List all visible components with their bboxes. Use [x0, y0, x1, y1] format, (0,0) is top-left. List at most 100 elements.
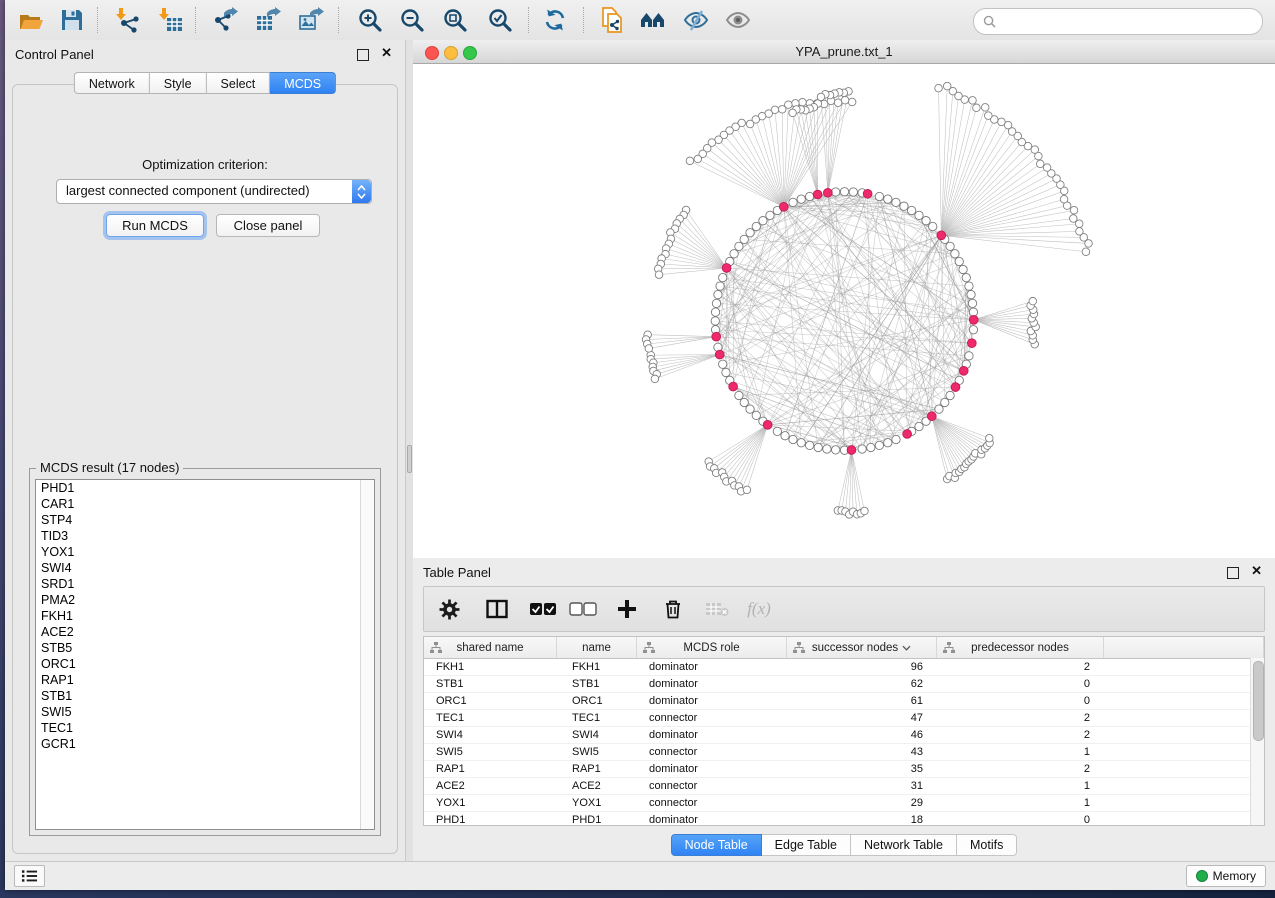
network-node[interactable]: [719, 360, 727, 368]
network-node[interactable]: [965, 282, 973, 290]
zoom-selected-button[interactable]: [482, 3, 518, 37]
table-row[interactable]: SWI5SWI5connector431: [424, 744, 1264, 761]
network-node[interactable]: [722, 368, 730, 376]
optimization-criterion-select[interactable]: largest connected component (undirected): [56, 179, 372, 204]
memory-button[interactable]: Memory: [1186, 865, 1266, 887]
network-node[interactable]: [645, 345, 653, 353]
new-network-from-selection-button[interactable]: [594, 3, 630, 37]
network-node[interactable]: [998, 118, 1006, 126]
table-row[interactable]: RAP1RAP1dominator352: [424, 761, 1264, 778]
mcds-result-item[interactable]: SWI5: [36, 704, 374, 720]
network-node[interactable]: [967, 290, 975, 298]
cell[interactable]: [1104, 778, 1264, 794]
tab-mcds[interactable]: MCDS: [270, 72, 336, 94]
mcds-result-item[interactable]: TEC1: [36, 720, 374, 736]
network-node[interactable]: [814, 443, 822, 451]
cell[interactable]: [1104, 812, 1264, 826]
cell[interactable]: [1104, 761, 1264, 777]
close-panel-icon[interactable]: ✕: [381, 46, 392, 60]
hide-selected-button[interactable]: [678, 3, 714, 37]
mcds-node[interactable]: [951, 383, 960, 392]
import-network-from-file-button[interactable]: [110, 3, 146, 37]
column-header-successor-nodes[interactable]: successor nodes: [787, 637, 937, 658]
cell[interactable]: 46: [787, 727, 937, 743]
network-node[interactable]: [740, 235, 748, 243]
cell[interactable]: SWI5: [557, 744, 637, 760]
cell[interactable]: [1104, 744, 1264, 760]
network-node[interactable]: [655, 271, 663, 279]
export-network-button[interactable]: [207, 3, 243, 37]
network-node[interactable]: [929, 222, 937, 230]
network-node[interactable]: [752, 411, 760, 419]
delete-table-button[interactable]: [700, 594, 734, 624]
network-node[interactable]: [915, 211, 923, 219]
network-node[interactable]: [711, 317, 719, 325]
open-file-button[interactable]: [13, 3, 49, 37]
mcds-node[interactable]: [823, 188, 832, 197]
close-mcds-panel-button[interactable]: Close panel: [216, 214, 320, 237]
mcds-result-item[interactable]: STP4: [36, 512, 374, 528]
network-node[interactable]: [981, 104, 989, 112]
deselect-all-rows-button[interactable]: [566, 594, 600, 624]
show-column-panel-button[interactable]: [480, 594, 514, 624]
network-node[interactable]: [861, 507, 869, 515]
network-node[interactable]: [969, 97, 977, 105]
network-node[interactable]: [1076, 228, 1084, 236]
network-node[interactable]: [781, 432, 789, 440]
cell[interactable]: dominator: [637, 693, 787, 709]
mcds-result-list[interactable]: PHD1CAR1STP4TID3YOX1SWI4SRD1PMA2FKH1ACE2…: [35, 479, 375, 830]
network-node[interactable]: [797, 439, 805, 447]
mcds-result-item[interactable]: STB5: [36, 640, 374, 656]
network-canvas[interactable]: [413, 64, 1275, 559]
cell[interactable]: 2: [937, 710, 1104, 726]
cell[interactable]: STB1: [424, 676, 557, 692]
table-scrollbar[interactable]: [1250, 658, 1264, 825]
network-node[interactable]: [875, 192, 883, 200]
show-task-history-button[interactable]: [14, 865, 45, 887]
cell[interactable]: ORC1: [424, 693, 557, 709]
export-table-button[interactable]: [250, 3, 286, 37]
cell[interactable]: connector: [637, 795, 787, 811]
network-node[interactable]: [973, 104, 981, 112]
mcds-node[interactable]: [863, 189, 872, 198]
network-node[interactable]: [884, 195, 892, 203]
network-node[interactable]: [797, 195, 805, 203]
table-scrollbar-thumb[interactable]: [1253, 661, 1264, 741]
cell[interactable]: PHD1: [557, 812, 637, 826]
float-table-panel-icon[interactable]: [1227, 567, 1239, 579]
mcds-result-item[interactable]: FKH1: [36, 608, 374, 624]
cell[interactable]: TEC1: [557, 710, 637, 726]
cell[interactable]: RAP1: [557, 761, 637, 777]
network-node[interactable]: [1036, 160, 1044, 168]
delete-column-button[interactable]: [656, 594, 690, 624]
cell[interactable]: 0: [937, 812, 1104, 826]
table-row[interactable]: ACE2ACE2connector311: [424, 778, 1264, 795]
mcds-result-item[interactable]: RAP1: [36, 672, 374, 688]
network-node[interactable]: [789, 435, 797, 443]
column-header-name[interactable]: name: [557, 637, 637, 658]
network-node[interactable]: [743, 486, 751, 494]
network-node[interactable]: [986, 434, 994, 442]
network-node[interactable]: [752, 222, 760, 230]
network-node[interactable]: [858, 445, 866, 453]
cell[interactable]: FKH1: [424, 659, 557, 675]
tab-network-table[interactable]: Network Table: [851, 834, 957, 856]
network-node[interactable]: [832, 446, 840, 454]
create-new-column-button[interactable]: [610, 594, 644, 624]
network-node[interactable]: [959, 265, 967, 273]
tab-network[interactable]: Network: [74, 72, 150, 94]
cell[interactable]: 2: [937, 761, 1104, 777]
tab-style[interactable]: Style: [150, 72, 207, 94]
network-node[interactable]: [735, 242, 743, 250]
column-header-MCDS-role[interactable]: MCDS role: [637, 637, 787, 658]
cell[interactable]: dominator: [637, 659, 787, 675]
cell[interactable]: 0: [937, 676, 1104, 692]
network-node[interactable]: [719, 273, 727, 281]
tab-node-table[interactable]: Node Table: [671, 834, 762, 856]
network-node[interactable]: [716, 282, 724, 290]
run-mcds-button[interactable]: Run MCDS: [106, 214, 204, 237]
mcds-node[interactable]: [722, 264, 731, 273]
network-node[interactable]: [962, 273, 970, 281]
table-row[interactable]: STB1STB1dominator620: [424, 676, 1264, 693]
network-node[interactable]: [805, 441, 813, 449]
